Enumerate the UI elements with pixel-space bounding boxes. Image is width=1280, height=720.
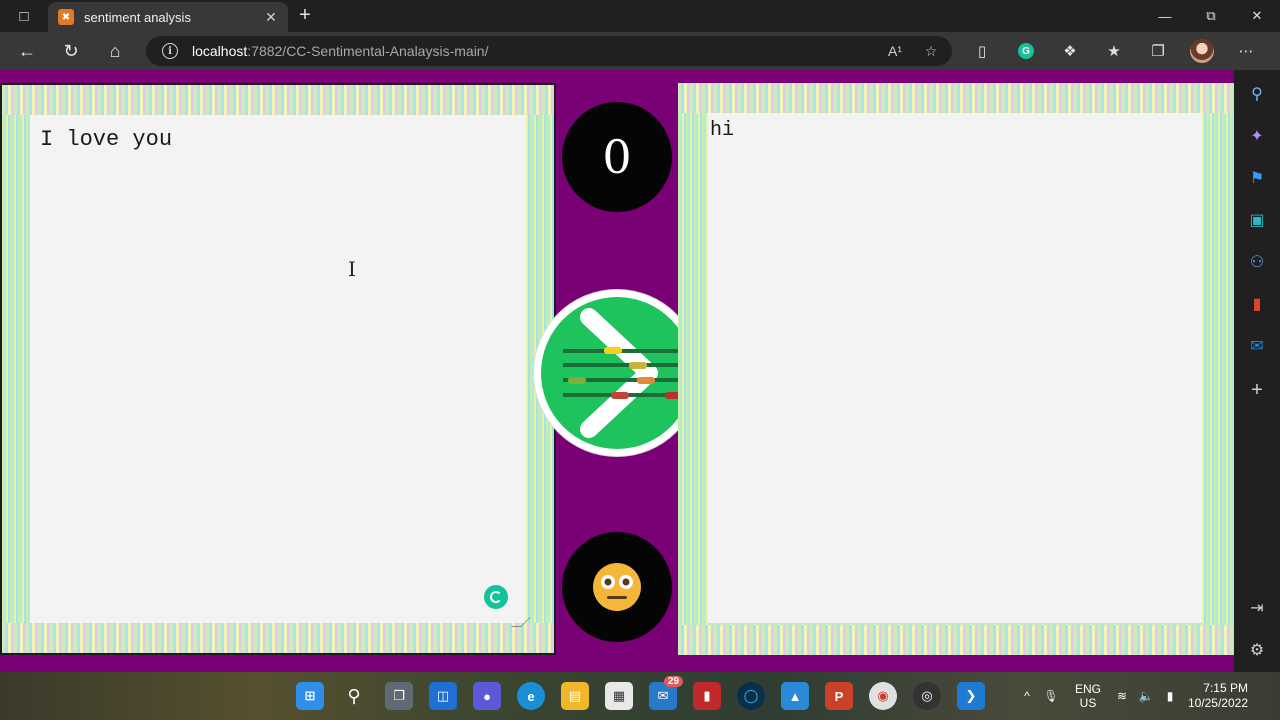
read-aloud-icon[interactable]: A¹ [884, 40, 906, 62]
output-textarea[interactable] [708, 113, 1202, 623]
alexa-icon[interactable]: ◯ [737, 682, 765, 710]
office-taskbar-icon[interactable]: ▮ [693, 682, 721, 710]
windows-taskbar: ⊞ ⚲ ❐ ◫ ● e ▤ ▦ ✉ 29 ▮ ◯ ▲ P ◉ ◎ ❯ ^ 🎙 EN… [0, 672, 1280, 720]
obs-icon[interactable]: ◎ [913, 682, 941, 710]
tray-overflow-icon[interactable]: ^ [1018, 689, 1036, 703]
home-button[interactable]: ⌂ [100, 37, 130, 65]
language-label: ENG [1074, 682, 1101, 696]
neutral-face-icon [593, 563, 641, 611]
sentiment-emoji [562, 532, 672, 642]
microphone-icon[interactable]: 🎙 [1036, 689, 1066, 703]
office-app-icon[interactable]: ▮ [1245, 292, 1269, 316]
discover-icon[interactable]: ✦ [1245, 124, 1269, 148]
office-icon[interactable]: ▯ [966, 37, 998, 65]
shopping-tag-icon[interactable]: ⚑ [1245, 166, 1269, 190]
games-icon[interactable]: ⚇ [1245, 250, 1269, 274]
analyze-logo-icon [541, 297, 693, 449]
taskbar-search-icon[interactable]: ⚲ [340, 682, 368, 710]
extension-icons: ▯ G ❖ ★ ❐ ⋯ [966, 37, 1262, 65]
hide-sidebar-icon[interactable]: ⇥ [1245, 596, 1269, 620]
analyze-button[interactable] [534, 290, 700, 456]
favorites-icon[interactable]: ★ [1098, 37, 1130, 65]
mail-icon[interactable]: ✉ 29 [649, 676, 683, 710]
title-bar: □ ✖ sentiment analysis ✕ + — ⧉ ✕ [0, 0, 1280, 32]
grammarly-icon[interactable]: G [1010, 37, 1042, 65]
grammarly-status-icon[interactable] [484, 585, 508, 609]
url-path: :7882/CC-Sentimental-Analaysis-main/ [247, 43, 489, 59]
url-host: localhost [192, 43, 248, 59]
chrome-icon[interactable]: ◉ [869, 682, 897, 710]
collections-icon[interactable]: ❐ [1142, 37, 1174, 65]
browser-tab[interactable]: ✖ sentiment analysis ✕ [48, 2, 288, 32]
center-column: 0 [534, 70, 700, 672]
input-panel: I [0, 83, 556, 655]
new-tab-button[interactable]: + [292, 4, 318, 28]
close-window-button[interactable]: ✕ [1234, 0, 1280, 32]
site-info-icon[interactable]: i [162, 43, 178, 59]
minimize-button[interactable]: — [1142, 0, 1188, 32]
more-menu-icon[interactable]: ⋯ [1230, 37, 1262, 65]
output-frame-bottom [678, 625, 1234, 655]
input-frame-top [2, 85, 554, 115]
refresh-button[interactable]: ↻ [56, 37, 86, 65]
wifi-icon[interactable]: ≋ [1110, 689, 1134, 703]
clock-date: 10/25/2022 [1187, 696, 1248, 710]
edge-icon[interactable]: e [517, 682, 545, 710]
restore-button[interactable]: ⧉ [1188, 0, 1234, 32]
tools-icon[interactable]: ▣ [1245, 208, 1269, 232]
powerpoint-icon[interactable]: P [825, 682, 853, 710]
start-menu-icon[interactable]: ⊞ [296, 682, 324, 710]
battery-icon[interactable]: ▮ [1158, 689, 1182, 703]
tab-actions-icon[interactable]: □ [8, 4, 40, 28]
store-icon[interactable]: ▦ [605, 682, 633, 710]
outlook-icon[interactable]: ✉ [1245, 334, 1269, 358]
teams-chat-icon[interactable]: ● [473, 682, 501, 710]
extensions-icon[interactable]: ❖ [1054, 37, 1086, 65]
vscode-icon[interactable]: ❯ [957, 682, 985, 710]
output-frame-top [678, 83, 1234, 113]
sentiment-page: I 0 [0, 70, 1234, 672]
file-explorer-icon[interactable]: ▤ [561, 682, 589, 710]
profile-avatar[interactable] [1186, 37, 1218, 65]
xampp-favicon-icon: ✖ [58, 9, 74, 25]
edge-sidebar: ⚲ ✦ ⚑ ▣ ⚇ ▮ ✉ + ⇥ ⚙ [1234, 70, 1280, 672]
sidebar-settings-icon[interactable]: ⚙ [1245, 638, 1269, 662]
widgets-icon[interactable]: ◫ [429, 682, 457, 710]
add-sidebar-app-icon[interactable]: + [1245, 378, 1269, 402]
photos-icon[interactable]: ▲ [781, 682, 809, 710]
task-view-icon[interactable]: ❐ [385, 682, 413, 710]
browser-toolbar: ← ↻ ⌂ i localhost:7882/CC-Sentimental-An… [0, 32, 1280, 70]
add-favorite-icon[interactable]: ☆ [920, 40, 942, 62]
volume-icon[interactable]: 🔈 [1134, 689, 1158, 703]
window-controls: — ⧉ ✕ [1142, 0, 1280, 32]
system-tray: ^ 🎙 ENG US ≋ 🔈 ▮ 7:15 PM 10/25/2022 [1018, 672, 1248, 720]
region-label: US [1079, 696, 1097, 710]
back-button[interactable]: ← [12, 37, 42, 65]
text-cursor-icon: I [348, 257, 356, 281]
address-bar[interactable]: i localhost:7882/CC-Sentimental-Analaysi… [146, 36, 952, 66]
language-indicator[interactable]: ENG US [1066, 682, 1110, 710]
tab-close-icon[interactable]: ✕ [262, 9, 280, 26]
sentiment-score: 0 [562, 102, 672, 212]
mail-badge: 29 [663, 676, 683, 687]
tab-title: sentiment analysis [84, 9, 191, 25]
output-panel [678, 83, 1234, 655]
input-frame-bottom [2, 623, 554, 653]
clock-time: 7:15 PM [1203, 681, 1248, 695]
search-icon[interactable]: ⚲ [1245, 82, 1269, 106]
input-textarea[interactable] [30, 115, 526, 625]
clock[interactable]: 7:15 PM 10/25/2022 [1182, 681, 1248, 711]
